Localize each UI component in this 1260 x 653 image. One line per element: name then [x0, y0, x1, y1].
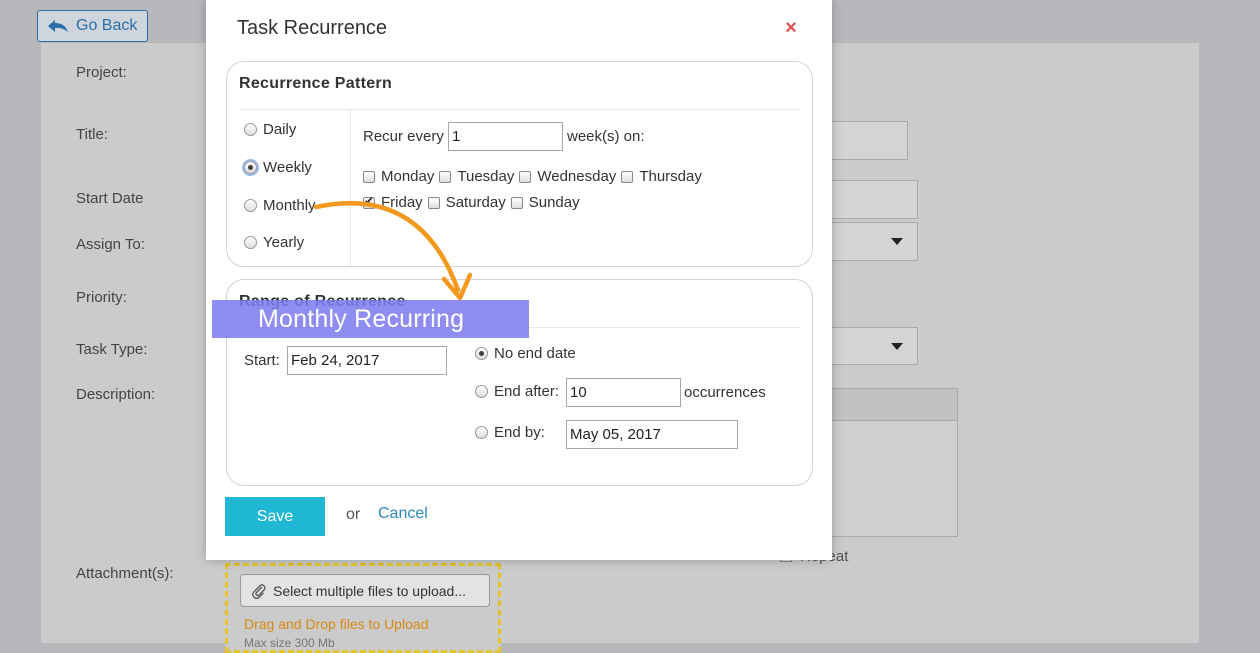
radio-label: Yearly — [263, 234, 305, 251]
day-wednesday[interactable]: Wednesday — [519, 168, 616, 185]
day-label: Friday — [381, 194, 423, 211]
max-size-text: Max size 300 Mb — [244, 636, 335, 650]
day-label: Saturday — [445, 194, 506, 211]
close-icon[interactable]: × — [781, 17, 801, 40]
radio-label: No end date — [494, 345, 576, 362]
recur-every-label: Recur every — [363, 128, 444, 145]
day-monday[interactable]: Monday — [363, 168, 434, 185]
drag-drop-text: Drag and Drop files to Upload — [244, 616, 429, 632]
task-type-select[interactable] — [826, 327, 918, 365]
radio-button[interactable] — [244, 236, 257, 249]
radio-daily[interactable]: Daily — [244, 121, 296, 138]
day-label: Tuesday — [457, 168, 515, 185]
radio-button[interactable] — [244, 161, 257, 174]
day-tuesday[interactable]: Tuesday — [439, 168, 514, 185]
paperclip-icon — [252, 583, 266, 599]
checkbox[interactable] — [363, 170, 375, 183]
annotation-callout: Monthly Recurring — [212, 300, 529, 338]
assign-to-select[interactable] — [826, 222, 918, 261]
assign-to-label: Assign To: — [76, 236, 145, 253]
task-recurrence-modal: Task Recurrence × Recurrence Pattern Dai… — [206, 0, 832, 560]
select-files-label: Select multiple files to upload... — [273, 582, 466, 599]
title-input[interactable] — [826, 121, 908, 160]
radio-label: End by: — [494, 424, 545, 441]
day-saturday[interactable]: Saturday — [427, 194, 506, 211]
weekday-row-2: Friday Saturday Sunday — [363, 194, 585, 211]
recurrence-pattern-title: Recurrence Pattern — [239, 75, 393, 92]
divider — [239, 109, 800, 110]
description-label: Description: — [76, 386, 156, 403]
title-label: Title: — [76, 126, 108, 143]
day-thursday[interactable]: Thursday — [621, 168, 702, 185]
day-label: Thursday — [639, 168, 702, 185]
attachments-label: Attachment(s): — [76, 565, 174, 582]
go-back-label: Go Back — [76, 17, 138, 34]
occurrences-label: occurrences — [684, 384, 766, 401]
day-label: Monday — [381, 168, 435, 185]
chevron-down-icon — [891, 238, 903, 245]
chevron-down-icon — [891, 343, 903, 350]
priority-label: Priority: — [76, 289, 127, 306]
radio-label: Daily — [263, 121, 297, 138]
radio-label: Weekly — [263, 159, 312, 176]
weeks-on-label: week(s) on: — [567, 128, 645, 145]
radio-button[interactable] — [244, 199, 257, 212]
radio-label: Monthly — [263, 197, 316, 214]
day-friday[interactable]: Friday — [363, 194, 423, 211]
checkbox[interactable] — [621, 170, 634, 183]
start-date-field[interactable] — [287, 346, 447, 375]
checkbox[interactable] — [439, 170, 452, 183]
day-sunday[interactable]: Sunday — [510, 194, 580, 211]
modal-title: Task Recurrence — [237, 17, 388, 39]
save-button[interactable]: Save — [225, 497, 325, 536]
radio-weekly[interactable]: Weekly — [244, 159, 312, 176]
project-label: Project: — [76, 64, 127, 81]
radio-label: End after: — [494, 383, 560, 400]
end-by-date-field[interactable] — [566, 420, 738, 449]
day-label: Sunday — [528, 194, 580, 211]
divider — [350, 109, 351, 266]
start-date-input[interactable] — [826, 180, 918, 219]
checkbox[interactable] — [363, 194, 375, 209]
radio-end-after[interactable]: End after: — [475, 383, 559, 400]
recurrence-pattern-panel: Recurrence Pattern Daily Weekly Monthly … — [226, 61, 813, 267]
start-label: Start: — [244, 352, 280, 369]
radio-yearly[interactable]: Yearly — [244, 234, 304, 251]
radio-button[interactable] — [244, 123, 257, 136]
radio-monthly[interactable]: Monthly — [244, 197, 316, 214]
radio-no-end-date[interactable]: No end date — [475, 345, 576, 362]
day-label: Wednesday — [537, 168, 617, 185]
back-arrow-icon — [48, 20, 68, 32]
checkbox[interactable] — [519, 170, 532, 183]
radio-button[interactable] — [475, 347, 488, 360]
checkbox[interactable] — [510, 196, 523, 209]
radio-button[interactable] — [475, 385, 488, 398]
task-type-label: Task Type: — [76, 341, 148, 358]
end-after-input[interactable] — [566, 378, 681, 407]
go-back-button[interactable]: Go Back — [37, 10, 148, 42]
start-date-label: Start Date — [76, 190, 144, 207]
cancel-link[interactable]: Cancel — [378, 505, 428, 523]
weekday-row-1: Monday Tuesday Wednesday Thursday — [363, 168, 707, 185]
select-files-button[interactable]: Select multiple files to upload... — [240, 574, 490, 607]
recur-every-input[interactable] — [448, 122, 563, 151]
checkbox[interactable] — [427, 196, 440, 209]
or-text: or — [346, 506, 361, 523]
radio-button[interactable] — [475, 426, 488, 439]
radio-end-by[interactable]: End by: — [475, 424, 545, 441]
